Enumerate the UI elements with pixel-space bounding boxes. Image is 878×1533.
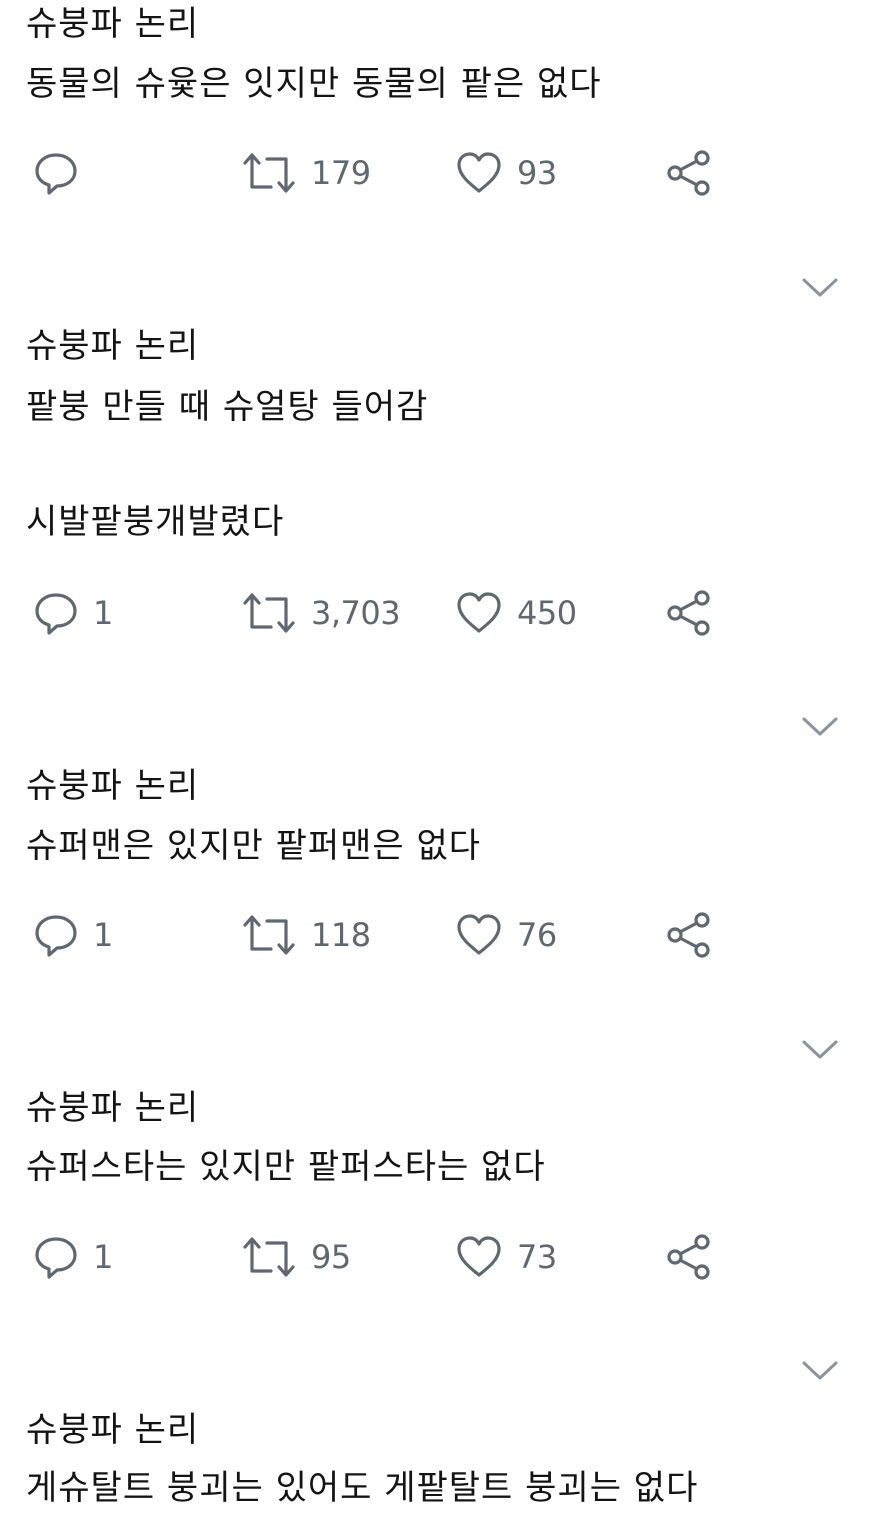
reply-button[interactable]: 1	[33, 1227, 113, 1287]
tweet-text: 팥붕 만들 때 슈얼탕 들어감	[26, 387, 429, 427]
chevron-down-icon[interactable]	[800, 1358, 840, 1384]
heart-icon	[457, 592, 501, 633]
like-button[interactable]: 450	[455, 583, 577, 643]
heart-icon	[457, 1236, 501, 1277]
chevron-down-icon[interactable]	[800, 275, 840, 301]
heart-icon	[457, 914, 501, 955]
like-button[interactable]: 76	[455, 905, 557, 965]
share-icon	[667, 912, 710, 958]
share-icon	[667, 590, 710, 636]
retweet-count: 95	[311, 1238, 351, 1276]
reply-button[interactable]: 1	[33, 905, 113, 965]
retweet-count: 118	[311, 916, 371, 954]
reply-icon	[35, 153, 77, 195]
retweet-button[interactable]: 118	[241, 905, 371, 965]
retweet-button[interactable]: 95	[241, 1227, 351, 1287]
like-count: 450	[517, 594, 577, 632]
share-icon	[667, 1234, 710, 1280]
chevron-down-icon[interactable]	[800, 1037, 840, 1063]
tweet-actions: 1 95 73	[0, 1227, 878, 1287]
share-icon	[667, 150, 710, 196]
retweet-count: 3,703	[311, 594, 401, 632]
like-count: 76	[517, 916, 557, 954]
like-count: 93	[517, 154, 557, 192]
like-button[interactable]: 73	[455, 1227, 557, 1287]
heart-icon	[457, 152, 501, 193]
reply-icon	[35, 915, 77, 957]
reply-count: 1	[93, 916, 113, 954]
retweet-icon	[243, 915, 295, 955]
share-button[interactable]	[665, 905, 713, 965]
share-button[interactable]	[665, 143, 713, 203]
chevron-down-icon[interactable]	[800, 714, 840, 740]
tweet-actions: 179 93	[0, 143, 878, 203]
share-button[interactable]	[665, 1227, 713, 1287]
tweet-text: 동물의 슈윷은 잇지만 동물의 팥은 없다	[26, 64, 602, 104]
retweet-button[interactable]: 3,703	[241, 583, 401, 643]
tweet-actions: 1 118 76	[0, 905, 878, 965]
reply-button[interactable]	[33, 143, 93, 203]
reply-icon	[35, 593, 77, 635]
tweet-text: 슈퍼스타는 있지만 팥퍼스타는 없다	[26, 1147, 546, 1187]
tweet-text: 시발팥붕개발렸다	[26, 502, 285, 542]
tweet-author: 슈붕파 논리	[26, 4, 200, 44]
tweet-author: 슈붕파 논리	[26, 766, 200, 806]
like-button[interactable]: 93	[455, 143, 557, 203]
reply-count: 1	[93, 594, 113, 632]
share-button[interactable]	[665, 583, 713, 643]
retweet-icon	[243, 1237, 295, 1277]
retweet-icon	[243, 153, 295, 193]
reply-button[interactable]: 1	[33, 583, 113, 643]
tweet-text: 슈퍼맨은 있지만 팥퍼맨은 없다	[26, 826, 482, 866]
tweet-text: 게슈탈트 붕괴는 있어도 게팥탈트 붕괴는 없다	[26, 1468, 699, 1508]
reply-count: 1	[93, 1238, 113, 1276]
retweet-icon	[243, 593, 295, 633]
tweet-author: 슈붕파 논리	[26, 1088, 200, 1128]
retweet-count: 179	[311, 154, 371, 192]
tweet-actions: 1 3,703 450	[0, 583, 878, 643]
tweet-author: 슈붕파 논리	[26, 326, 200, 366]
tweet-author: 슈붕파 논리	[26, 1410, 200, 1450]
like-count: 73	[517, 1238, 557, 1276]
reply-icon	[35, 1237, 77, 1279]
retweet-button[interactable]: 179	[241, 143, 371, 203]
